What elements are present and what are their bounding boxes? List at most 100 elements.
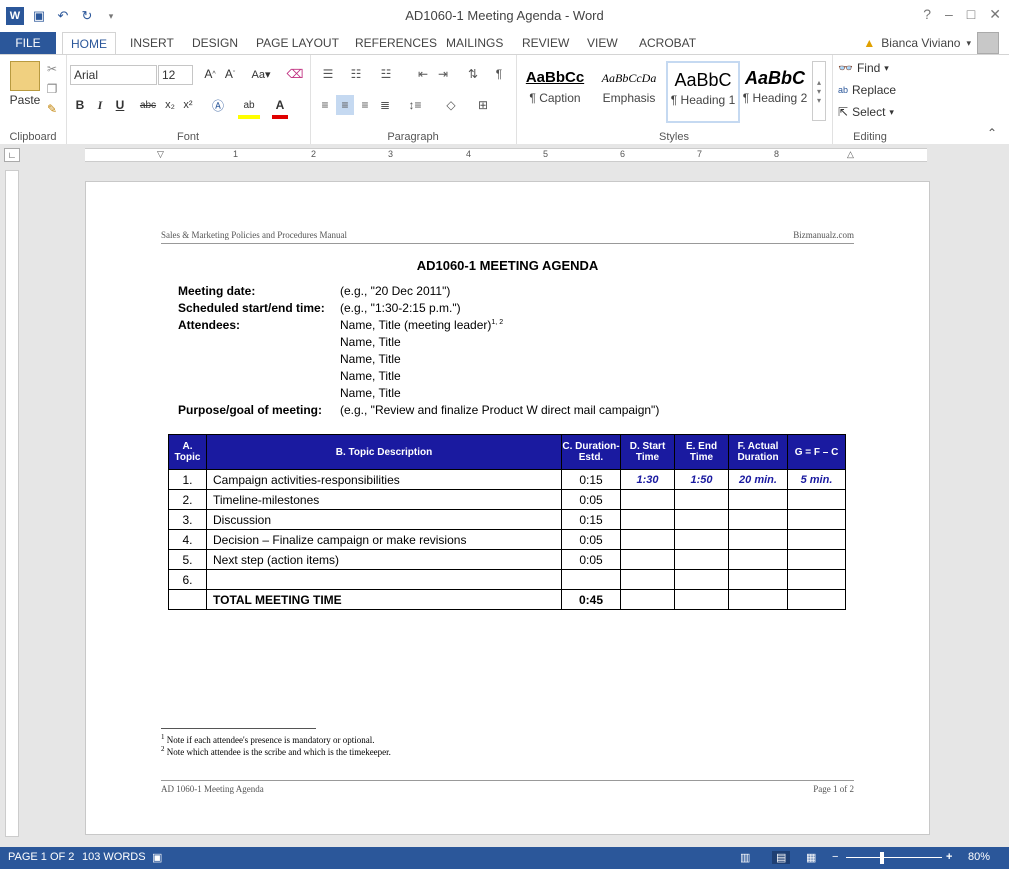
print-layout-icon[interactable]: ▤: [772, 851, 791, 864]
table-cell[interactable]: 20 min.: [728, 469, 788, 490]
table-cell[interactable]: [620, 489, 675, 510]
close-button[interactable]: ✕: [989, 6, 1001, 23]
agenda-table[interactable]: A. Topic B. Topic Description C. Duratio…: [168, 434, 846, 610]
align-center-icon[interactable]: ≡: [336, 95, 354, 115]
justify-icon[interactable]: ≣: [376, 95, 394, 115]
table-cell[interactable]: 0:15: [561, 509, 621, 530]
tab-home[interactable]: HOME: [62, 32, 116, 55]
table-cell[interactable]: 1.: [168, 469, 207, 490]
cut-icon[interactable]: ✂: [44, 61, 60, 77]
maximize-button[interactable]: □: [967, 6, 975, 23]
table-cell[interactable]: [787, 569, 846, 590]
zoom-level[interactable]: 80%: [968, 851, 990, 863]
table-cell[interactable]: [728, 529, 788, 550]
table-cell[interactable]: 5 min.: [787, 469, 846, 490]
zoom-out-button[interactable]: −: [832, 851, 838, 863]
table-cell[interactable]: [620, 549, 675, 570]
shading-icon[interactable]: ◇: [438, 95, 464, 115]
font-size-dropdown[interactable]: 12: [158, 65, 193, 85]
style-heading-2[interactable]: AaBbC ¶ Heading 2: [740, 61, 810, 119]
proofing-icon[interactable]: ▣: [152, 851, 162, 864]
page-count[interactable]: PAGE 1 OF 2: [8, 851, 74, 863]
increase-indent-icon[interactable]: ⇥: [434, 65, 452, 83]
table-cell[interactable]: [728, 509, 788, 530]
table-cell[interactable]: [674, 589, 729, 610]
tab-review[interactable]: REVIEW: [514, 32, 577, 54]
table-cell[interactable]: Discussion: [206, 509, 562, 530]
table-cell[interactable]: 3.: [168, 509, 207, 530]
table-cell[interactable]: [620, 569, 675, 590]
italic-button[interactable]: I: [92, 95, 108, 115]
style-heading-1[interactable]: AaBbC ¶ Heading 1: [666, 61, 740, 123]
borders-icon[interactable]: ⊞: [470, 95, 496, 115]
decrease-indent-icon[interactable]: ⇤: [414, 65, 432, 83]
table-cell[interactable]: [620, 509, 675, 530]
table-cell[interactable]: [728, 589, 788, 610]
read-mode-icon[interactable]: ▥: [740, 851, 750, 864]
tab-page-layout[interactable]: PAGE LAYOUT: [248, 32, 347, 54]
grow-font-icon[interactable]: A ^: [202, 65, 218, 83]
word-count[interactable]: 103 WORDS: [82, 851, 146, 863]
select-button[interactable]: ⇱ Select ▾: [838, 103, 894, 121]
multilevel-list-icon[interactable]: ☳: [372, 65, 400, 83]
table-cell[interactable]: [674, 489, 729, 510]
table-cell[interactable]: [787, 489, 846, 510]
ruler-bar[interactable]: ▽ 1 2 3 4 5 6 7 8 △: [85, 148, 927, 162]
table-cell[interactable]: [674, 569, 729, 590]
font-name-dropdown[interactable]: Arial: [70, 65, 157, 85]
table-cell[interactable]: [728, 549, 788, 570]
table-cell[interactable]: [787, 589, 846, 610]
style-caption[interactable]: AaBbCc ¶ Caption: [520, 61, 590, 119]
table-cell[interactable]: [674, 529, 729, 550]
bold-button[interactable]: B: [72, 95, 88, 115]
tab-insert[interactable]: INSERT: [122, 32, 182, 54]
shrink-font-icon[interactable]: Aˇ: [222, 65, 238, 83]
table-cell[interactable]: 4.: [168, 529, 207, 550]
show-marks-icon[interactable]: ¶: [490, 65, 508, 83]
total-value[interactable]: 0:45: [561, 589, 621, 610]
highlight-icon[interactable]: ab: [238, 95, 260, 119]
zoom-slider-track[interactable]: [846, 857, 942, 858]
superscript-button[interactable]: x²: [180, 95, 196, 115]
underline-button[interactable]: U: [112, 95, 128, 115]
zoom-slider-thumb[interactable]: [880, 852, 884, 864]
style-emphasis[interactable]: AaBbCcDa Emphasis: [594, 61, 664, 119]
table-cell[interactable]: 1:50: [674, 469, 729, 490]
table-cell[interactable]: [787, 509, 846, 530]
table-cell[interactable]: 0:05: [561, 549, 621, 570]
collapse-ribbon-icon[interactable]: ⌃: [984, 125, 1000, 141]
tab-design[interactable]: DESIGN: [184, 32, 246, 54]
document-page[interactable]: Sales & Marketing Policies and Procedure…: [85, 181, 930, 835]
table-cell[interactable]: [620, 529, 675, 550]
table-cell[interactable]: Campaign activities-responsibilities: [206, 469, 562, 490]
paste-button[interactable]: Paste: [5, 93, 45, 107]
total-label[interactable]: TOTAL MEETING TIME: [206, 589, 562, 610]
table-cell[interactable]: 6.: [168, 569, 207, 590]
numbering-icon[interactable]: ☷: [344, 65, 368, 83]
table-cell[interactable]: [674, 509, 729, 530]
table-cell[interactable]: [674, 549, 729, 570]
bullets-icon[interactable]: ☰: [316, 65, 340, 83]
copy-icon[interactable]: ❐: [44, 81, 60, 97]
sort-icon[interactable]: ⇅: [464, 65, 482, 83]
change-case-icon[interactable]: Aa▾: [248, 65, 274, 83]
table-cell[interactable]: 5.: [168, 549, 207, 570]
align-left-icon[interactable]: ≡: [316, 95, 334, 115]
table-cell[interactable]: [561, 569, 621, 590]
tab-view[interactable]: VIEW: [579, 32, 626, 54]
strikethrough-button[interactable]: abc: [136, 95, 160, 115]
align-right-icon[interactable]: ≡: [356, 95, 374, 115]
tab-selector-icon[interactable]: ∟: [4, 148, 20, 162]
find-button[interactable]: 👓 Find ▾: [838, 59, 889, 77]
table-cell[interactable]: [787, 549, 846, 570]
table-cell[interactable]: Decision – Finalize campaign or make rev…: [206, 529, 562, 550]
horizontal-ruler[interactable]: ∟ ▽ 1 2 3 4 5 6 7 8 △: [0, 144, 1009, 164]
help-button[interactable]: ?: [923, 6, 931, 23]
table-cell[interactable]: 0:15: [561, 469, 621, 490]
table-cell[interactable]: [206, 569, 562, 590]
table-cell[interactable]: [620, 589, 675, 610]
vertical-ruler[interactable]: [5, 170, 19, 837]
minimize-button[interactable]: –: [945, 6, 953, 23]
table-cell[interactable]: 0:05: [561, 489, 621, 510]
zoom-in-button[interactable]: +: [946, 851, 952, 863]
